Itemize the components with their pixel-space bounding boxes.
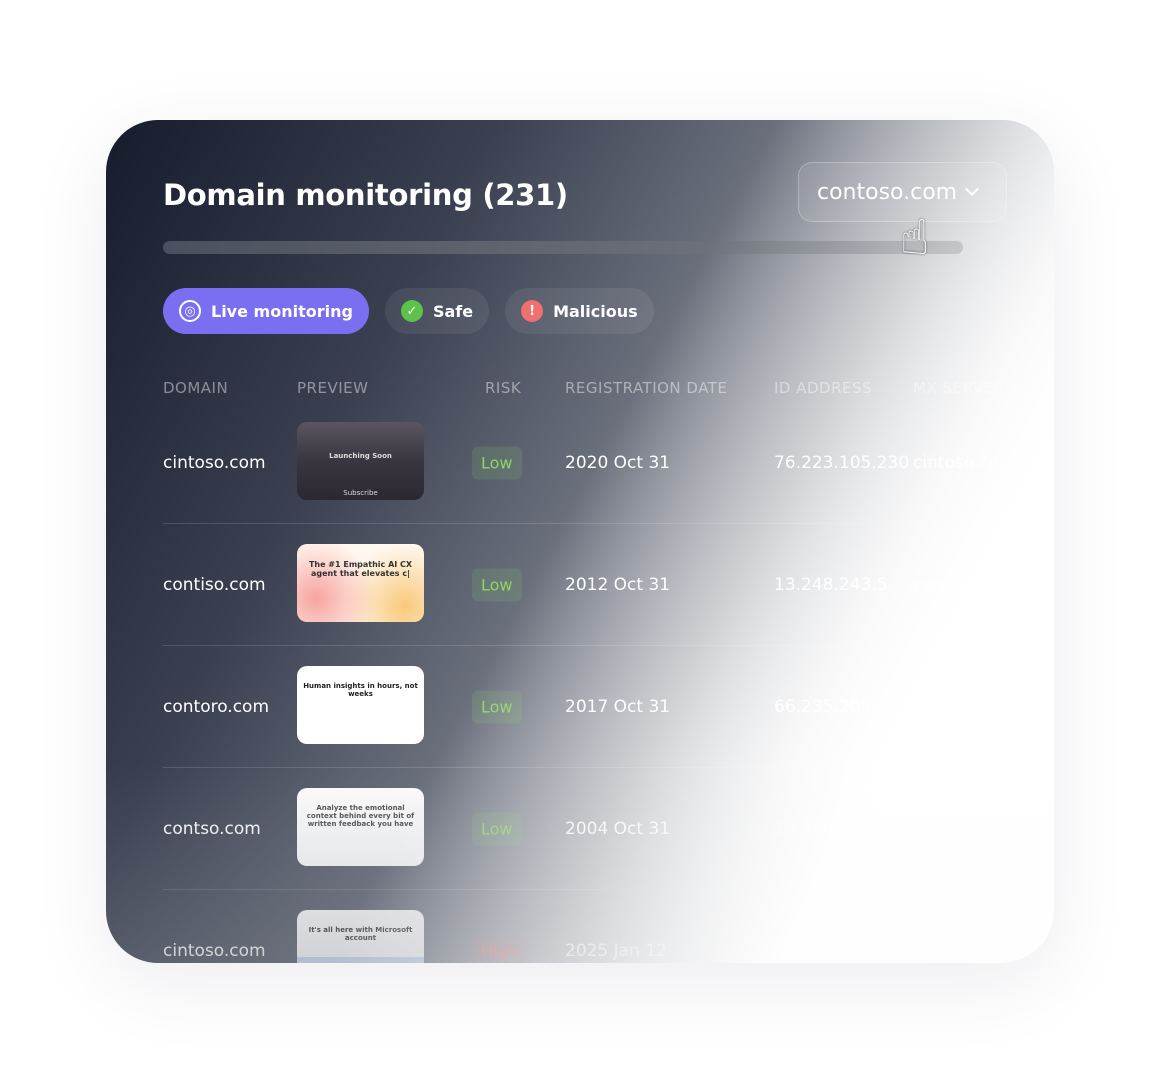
filter-malicious[interactable]: ! Malicious	[505, 288, 654, 334]
domain-cell[interactable]: contso.com	[163, 819, 261, 839]
column-header-preview[interactable]: PREVIEW	[297, 379, 368, 397]
registration-date-cell: 2004 Oct 31	[565, 819, 671, 839]
preview-headline: Analyze the emotional context behind eve…	[306, 804, 415, 828]
table-row[interactable]: contiso.com The #1 Empathic AI CX agent …	[163, 524, 1021, 646]
hand-cursor-icon: ☝	[900, 210, 930, 266]
registration-date-cell: 2017 Oct 31	[565, 697, 671, 717]
table-row[interactable]: cintoso.com Launching Soon Subscribe Low…	[163, 402, 1015, 524]
registration-date-cell: 2012 Oct 31	[565, 575, 671, 595]
chevron-down-icon	[965, 181, 980, 197]
mx-server-cell: contoso.co...	[913, 575, 1021, 595]
table-row[interactable]: contso.com Analyze the emotional context…	[163, 768, 963, 890]
risk-badge: Low	[472, 690, 522, 724]
filter-label: Safe	[432, 301, 474, 321]
preview-headline: It's all here with Microsoft account	[308, 926, 413, 942]
preview-headline: Launching Soon	[329, 452, 392, 460]
site-preview-thumbnail[interactable]: It's all here with Microsoft account	[297, 910, 424, 963]
site-preview-thumbnail[interactable]: Human insights in hours, not weeks	[297, 666, 424, 744]
column-header-risk[interactable]: RISK	[485, 379, 521, 397]
progress-bar	[163, 241, 963, 254]
check-circle-icon: ✓	[400, 300, 423, 322]
domain-cell[interactable]: cintoso.com	[163, 941, 266, 961]
ip-address-cell: 66.235.200.145	[774, 697, 910, 717]
column-header-registration-date[interactable]: REGISTRATION DATE	[565, 379, 727, 397]
mx-server-cell: cintoso.co...	[913, 453, 1015, 473]
preview-headline: Human insights in hours, not weeks	[303, 682, 418, 698]
ip-address-cell: 13.248.2...	[774, 941, 866, 961]
table-row[interactable]: contoro.com Human insights in hours, not…	[163, 646, 990, 768]
ip-address-cell: 13.248.243.5	[774, 575, 888, 595]
filter-safe[interactable]: ✓ Safe	[384, 288, 490, 334]
domain-cell[interactable]: cintoso.com	[163, 453, 266, 473]
risk-badge: Low	[472, 446, 522, 480]
domain-select-value: contoso.com	[817, 179, 958, 205]
filter-label: Malicious	[553, 301, 638, 321]
domain-cell[interactable]: contiso.com	[163, 575, 266, 595]
preview-subtext: Subscribe	[343, 489, 378, 497]
site-preview-thumbnail[interactable]: Launching Soon Subscribe	[297, 422, 424, 500]
domain-cell[interactable]: contoro.com	[163, 697, 269, 717]
table-row[interactable]: cintoso.com It's all here with Microsoft…	[163, 890, 963, 963]
site-preview-thumbnail[interactable]: The #1 Empathic AI CX agent that elevate…	[297, 544, 424, 622]
page-title: Domain monitoring (231)	[163, 178, 568, 212]
mx-server-cell: cintoso...	[913, 697, 991, 717]
ip-address-cell: 13.248.169.48	[774, 819, 899, 839]
site-preview-thumbnail[interactable]: Analyze the emotional context behind eve…	[297, 788, 424, 866]
registration-date-cell: 2025 Jan 12	[565, 941, 667, 961]
column-header-mx-server[interactable]: MX SERVER	[913, 379, 1004, 397]
alert-circle-icon: !	[521, 300, 544, 322]
ip-address-cell: 76.223.105.230	[774, 453, 910, 473]
radar-icon: ◎	[179, 300, 201, 322]
filter-live-monitoring[interactable]: ◎ Live monitoring	[163, 288, 369, 334]
risk-badge: Low	[472, 812, 522, 846]
filter-label: Live monitoring	[211, 301, 353, 321]
column-header-domain[interactable]: DOMAIN	[163, 379, 228, 397]
column-header-ip-address[interactable]: ID ADDRESS	[774, 379, 872, 397]
risk-badge: High	[472, 934, 527, 963]
preview-headline: The #1 Empathic AI CX agent that elevate…	[308, 560, 413, 578]
registration-date-cell: 2020 Oct 31	[565, 453, 671, 473]
risk-badge: Low	[472, 568, 522, 602]
